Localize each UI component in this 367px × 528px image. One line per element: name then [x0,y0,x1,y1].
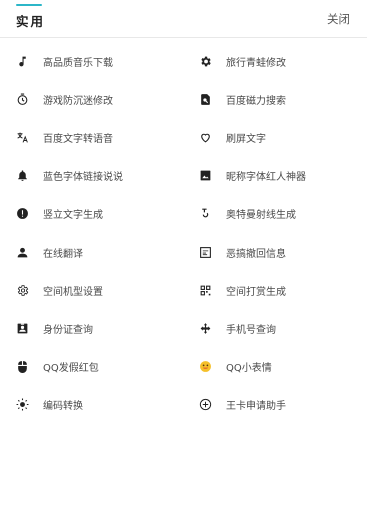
tool-item-label: 在线翻译 [43,248,83,260]
settings-outline-icon [15,283,29,297]
message-box-icon [198,245,212,259]
tool-item-vertical-text[interactable]: 竖立文字生成 [15,195,185,233]
tool-item-label: 恶搞撤回信息 [226,248,286,260]
tool-item-id-lookup[interactable]: 身份证查询 [15,309,185,347]
tool-item-ultraman-ray[interactable]: 奥特曼射线生成 [198,195,358,233]
tool-item-reward-generator[interactable]: 空间打赏生成 [198,271,358,309]
tool-item-online-translate[interactable]: 在线翻译 [15,233,185,271]
grid-row: 竖立文字生成 奥特曼射线生成 [0,195,367,233]
tool-item-label: 旅行青蛙修改 [226,57,286,69]
timer-icon [15,92,29,106]
tool-item-label: 奥特曼射线生成 [226,210,296,222]
tool-item-label: 手机号查询 [226,324,276,336]
tool-item-anti-addiction[interactable]: 游戏防沉迷修改 [15,80,185,118]
grid-row: 身份证查询 手机号查询 [0,309,367,347]
tool-item-label: 王卡申请助手 [226,401,286,413]
emoji-icon [198,360,212,374]
tool-item-music-download[interactable]: 高品质音乐下载 [15,42,185,80]
tool-item-blue-link-post[interactable]: 蓝色字体链接说说 [15,157,185,195]
tool-item-encoding-convert[interactable]: 编码转换 [15,386,185,424]
close-button[interactable]: 关闭 [327,11,350,27]
mouse-icon [15,360,29,374]
tool-item-spam-text[interactable]: 刷屏文字 [198,118,358,156]
tool-item-label: 竖立文字生成 [43,210,103,222]
person-icon [15,245,29,259]
tool-item-label: 空间机型设置 [43,286,103,298]
grid-row: 蓝色字体链接说说 昵称字体红人神器 [0,157,367,195]
id-card-icon [15,321,29,335]
tool-item-nickname-font[interactable]: 昵称字体红人神器 [198,157,358,195]
tool-item-fake-recall[interactable]: 恶搞撤回信息 [198,233,358,271]
plus-circle-icon [198,398,212,412]
tool-item-baidu-magnet[interactable]: 百度磁力搜索 [198,80,358,118]
tool-item-label: 编码转换 [43,401,83,413]
tab-indicator [16,4,42,6]
tab-practical[interactable]: 实用 [16,11,45,30]
tool-item-travel-frog[interactable]: 旅行青蛙修改 [198,42,358,80]
tool-item-king-card[interactable]: 王卡申请助手 [198,386,358,424]
heart-outline-icon [198,130,212,144]
grid-row: 高品质音乐下载 旅行青蛙修改 [0,42,367,80]
directions-icon [198,321,212,335]
tool-item-qq-emoji[interactable]: QQ小表情 [198,348,358,386]
tool-item-text-to-speech[interactable]: 百度文字转语音 [15,118,185,156]
tool-item-label: 蓝色字体链接说说 [43,172,123,184]
grid-row: 在线翻译 恶搞撤回信息 [0,233,367,271]
swirl-icon [198,207,212,221]
tool-item-label: 昵称字体红人神器 [226,172,306,184]
alert-circle-icon [15,207,29,221]
header: 实用 关闭 [0,0,367,38]
tool-item-device-model[interactable]: 空间机型设置 [15,271,185,309]
tool-item-fake-red-packet[interactable]: QQ发假红包 [15,348,185,386]
image-icon [198,169,212,183]
grid-row: QQ发假红包 QQ小表情 [0,348,367,386]
tool-item-label: 百度磁力搜索 [226,95,286,107]
tool-item-label: 游戏防沉迷修改 [43,95,113,107]
tool-item-label: 高品质音乐下载 [43,57,113,69]
tool-item-label: 百度文字转语音 [43,133,113,145]
translate-icon [15,130,29,144]
grid-row: 百度文字转语音 刷屏文字 [0,118,367,156]
tool-item-phone-lookup[interactable]: 手机号查询 [198,309,358,347]
music-note-icon [15,54,29,68]
qr-code-icon [198,283,212,297]
grid-row: 空间机型设置 空间打赏生成 [0,271,367,309]
tool-item-label: 身份证查询 [43,324,93,336]
tool-item-label: 空间打赏生成 [226,286,286,298]
tool-item-label: QQ发假红包 [43,363,99,375]
gear-icon [198,54,212,68]
sun-icon [15,398,29,412]
grid-row: 游戏防沉迷修改 百度磁力搜索 [0,80,367,118]
tool-item-label: QQ小表情 [226,363,272,375]
document-search-icon [198,92,212,106]
bell-icon [15,169,29,183]
tool-grid: 高品质音乐下载 旅行青蛙修改 游戏防沉迷修改 百度磁力搜索 百度文字转语音 刷屏… [0,42,367,424]
grid-row: 编码转换 王卡申请助手 [0,386,367,424]
tool-item-label: 刷屏文字 [226,133,266,145]
